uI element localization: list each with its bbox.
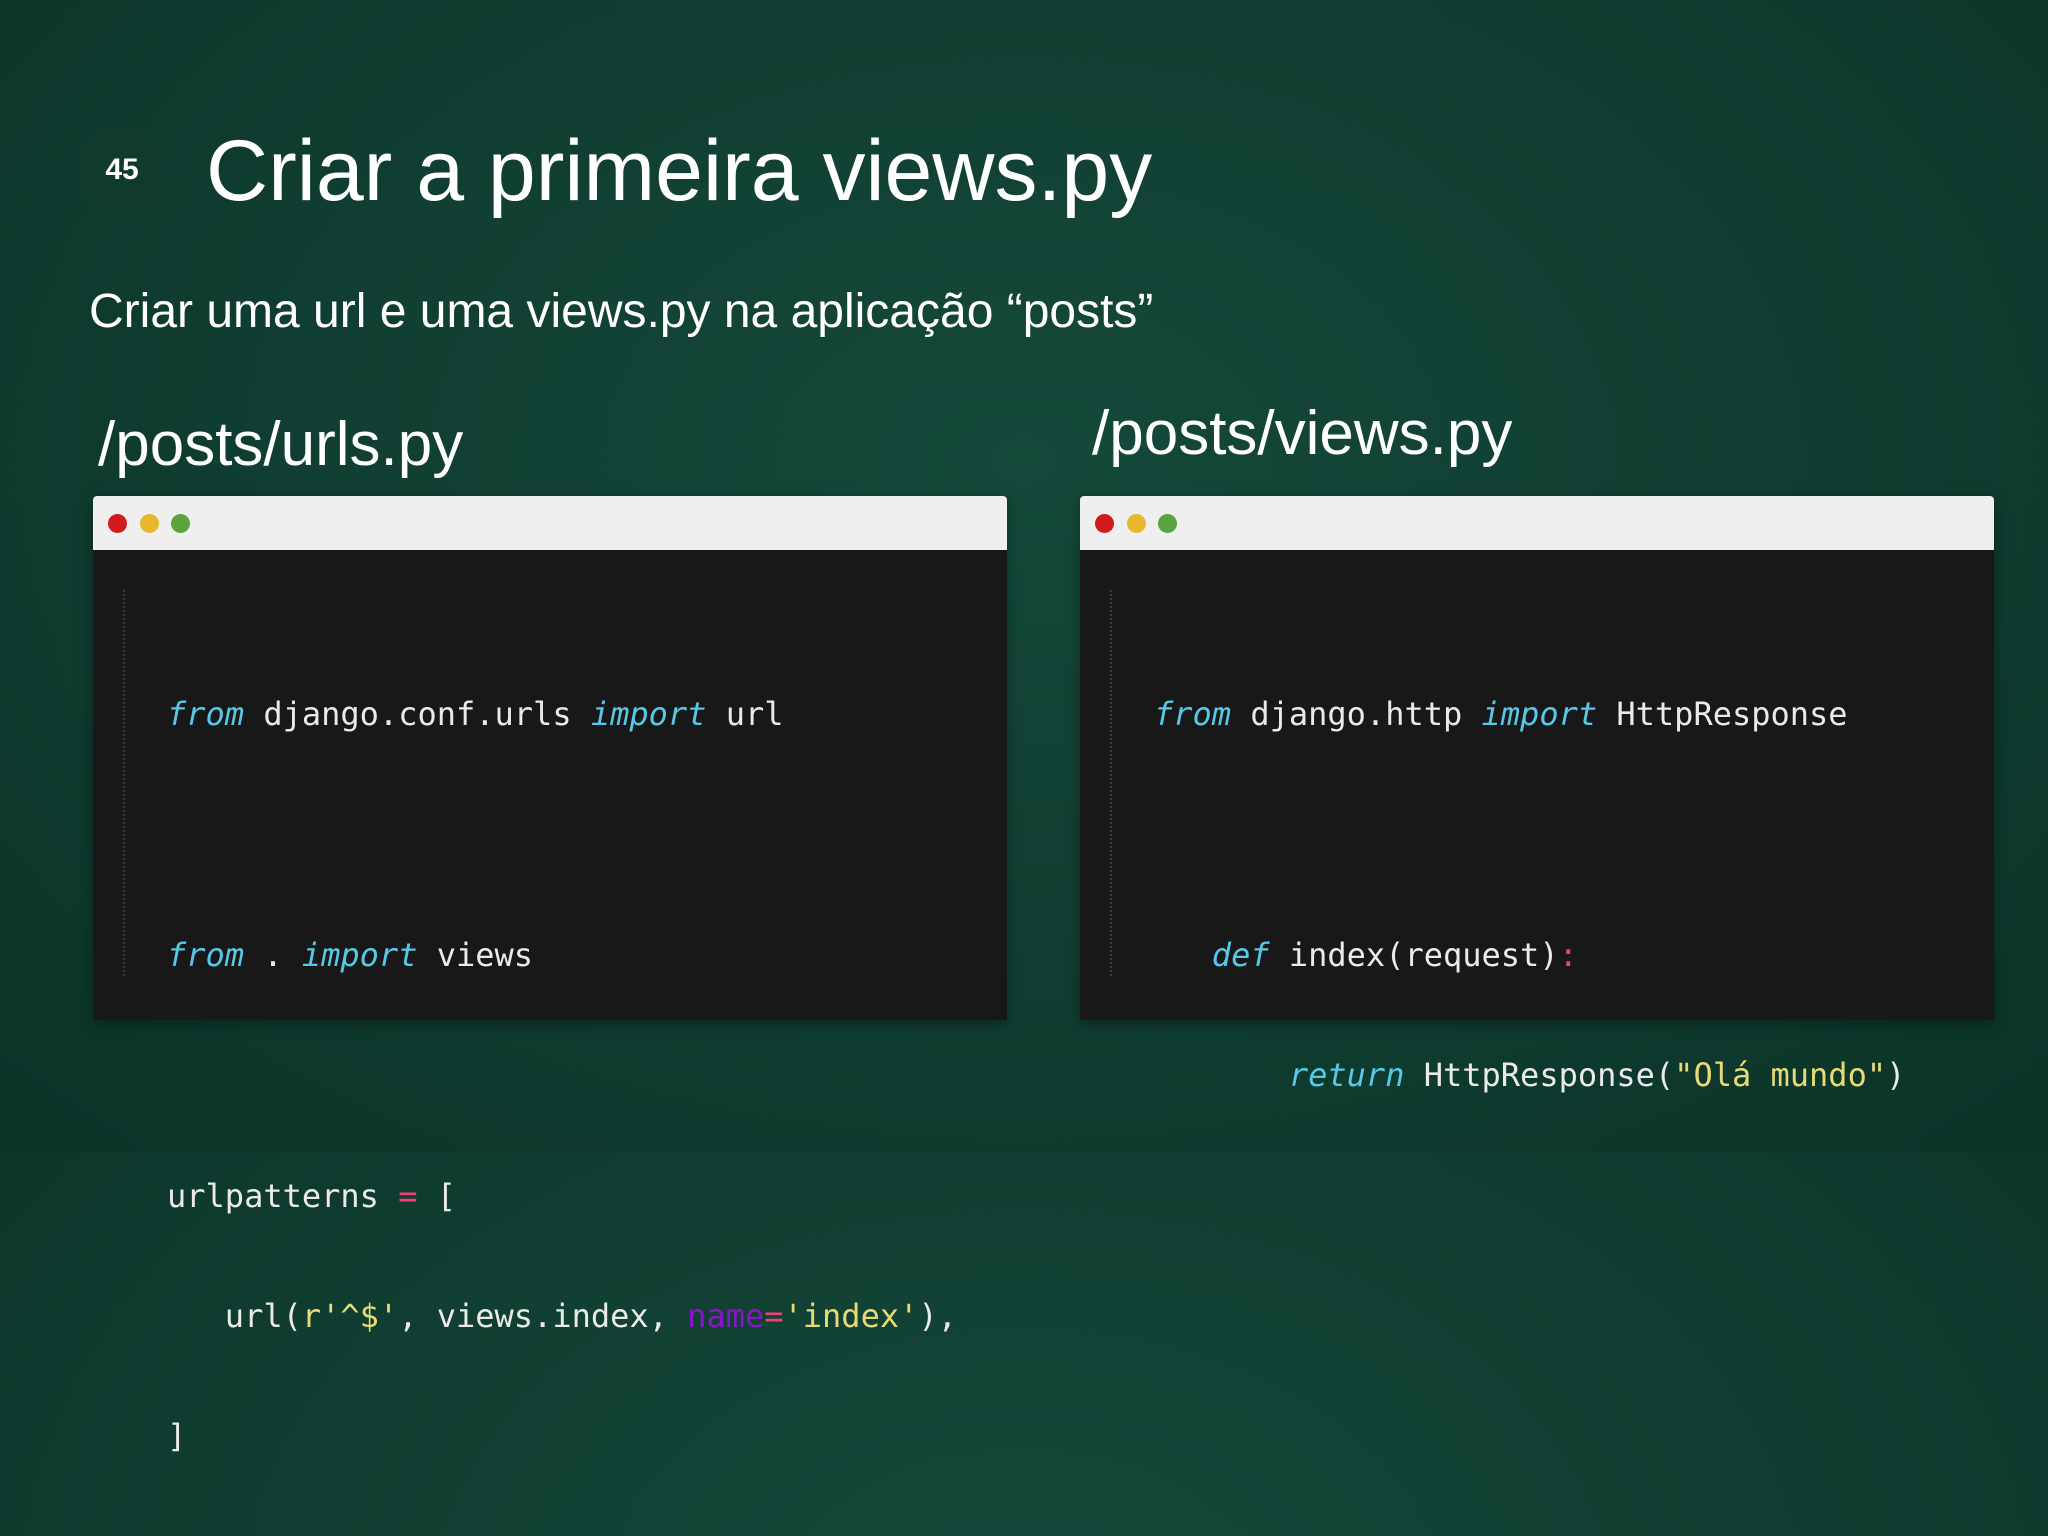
code-text: django.conf.urls xyxy=(244,695,591,733)
keyword: from xyxy=(167,695,245,733)
operator: = xyxy=(764,1297,784,1335)
string-literal: r'^$' xyxy=(301,1297,399,1335)
code-text: HttpResponse xyxy=(1597,695,1848,733)
code-text: HttpResponse( xyxy=(1404,1056,1675,1094)
parameter-name: name xyxy=(687,1297,765,1335)
operator: : xyxy=(1558,936,1578,974)
maximize-window-dot-icon xyxy=(1158,514,1177,533)
close-window-dot-icon xyxy=(1095,514,1114,533)
code-text: views xyxy=(417,936,534,974)
keyword: from xyxy=(1154,695,1232,733)
code-line: from django.http import HttpResponse xyxy=(1154,694,1905,734)
code-gutter xyxy=(1110,590,1112,976)
slide-number: 45 xyxy=(105,153,139,186)
code-line: from . import views xyxy=(167,935,957,975)
code-text: index(request) xyxy=(1269,936,1559,974)
string-literal: 'index' xyxy=(783,1297,919,1335)
window-titlebar xyxy=(1080,496,1994,550)
keyword: from xyxy=(167,936,245,974)
keyword: import xyxy=(301,936,418,974)
slide-title: Criar a primeira views.py xyxy=(206,123,1153,219)
window-titlebar xyxy=(93,496,1007,550)
code-text: ), xyxy=(918,1297,957,1335)
operator: = xyxy=(398,1177,418,1215)
views-file-heading: /posts/views.py xyxy=(1092,399,1513,468)
code-gutter xyxy=(123,590,125,976)
code-text: url( xyxy=(167,1297,302,1335)
views-code-window: from django.http import HttpResponse def… xyxy=(1080,496,1994,1094)
code-text: ) xyxy=(1886,1056,1906,1094)
keyword: import xyxy=(1481,695,1598,733)
code-line: def index(request): xyxy=(1154,935,1905,975)
code-text: django.http xyxy=(1231,695,1482,733)
urls-file-heading: /posts/urls.py xyxy=(98,410,464,479)
code-text: . xyxy=(244,936,302,974)
string-literal: "Olá mundo" xyxy=(1674,1056,1887,1094)
maximize-window-dot-icon xyxy=(171,514,190,533)
urls-code-block: from django.conf.urls import url from . … xyxy=(167,614,957,1536)
code-line: from django.conf.urls import url xyxy=(167,694,957,734)
close-window-dot-icon xyxy=(108,514,127,533)
code-text: [ xyxy=(417,1177,456,1215)
keyword: import xyxy=(590,695,707,733)
keyword: return xyxy=(1288,1056,1405,1094)
code-line: return HttpResponse("Olá mundo") xyxy=(1154,1055,1906,1095)
code-line: ] xyxy=(167,1416,957,1456)
code-text: url xyxy=(706,695,784,733)
code-text: ] xyxy=(167,1417,187,1455)
keyword: def xyxy=(1211,936,1270,974)
code-line: urlpatterns = [ xyxy=(167,1176,957,1216)
minimize-window-dot-icon xyxy=(140,514,159,533)
urls-code-window: from django.conf.urls import url from . … xyxy=(93,496,1007,1455)
slide-subtitle: Criar uma url e uma views.py na aplicaçã… xyxy=(89,285,1154,338)
minimize-window-dot-icon xyxy=(1127,514,1146,533)
code-line: url(r'^$', views.index, name='index'), xyxy=(167,1296,957,1336)
views-code-block: from django.http import HttpResponse def… xyxy=(1154,614,1905,1175)
code-text: , views.index, xyxy=(398,1297,688,1335)
slide-number-badge: 45 xyxy=(74,122,170,218)
code-text: urlpatterns xyxy=(167,1177,399,1215)
